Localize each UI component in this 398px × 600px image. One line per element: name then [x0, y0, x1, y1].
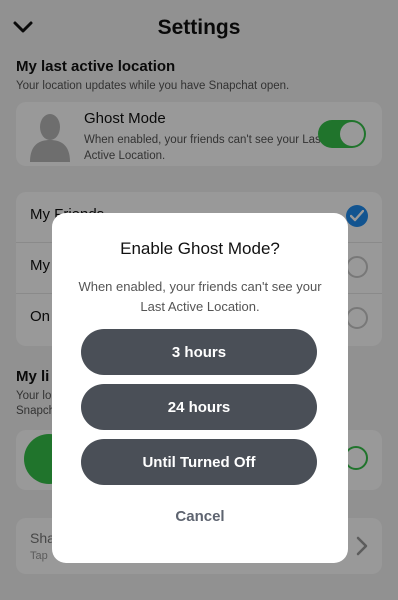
- ghost-mode-dialog: Enable Ghost Mode? When enabled, your fr…: [52, 213, 348, 563]
- dialog-message: When enabled, your friends can't see you…: [78, 279, 322, 314]
- option-24-hours-button[interactable]: 24 hours: [81, 384, 317, 430]
- option-3-hours-button[interactable]: 3 hours: [81, 329, 317, 375]
- cancel-button[interactable]: Cancel: [52, 508, 348, 525]
- option-until-turned-off-button[interactable]: Until Turned Off: [81, 439, 317, 485]
- dialog-title: Enable Ghost Mode?: [120, 239, 280, 258]
